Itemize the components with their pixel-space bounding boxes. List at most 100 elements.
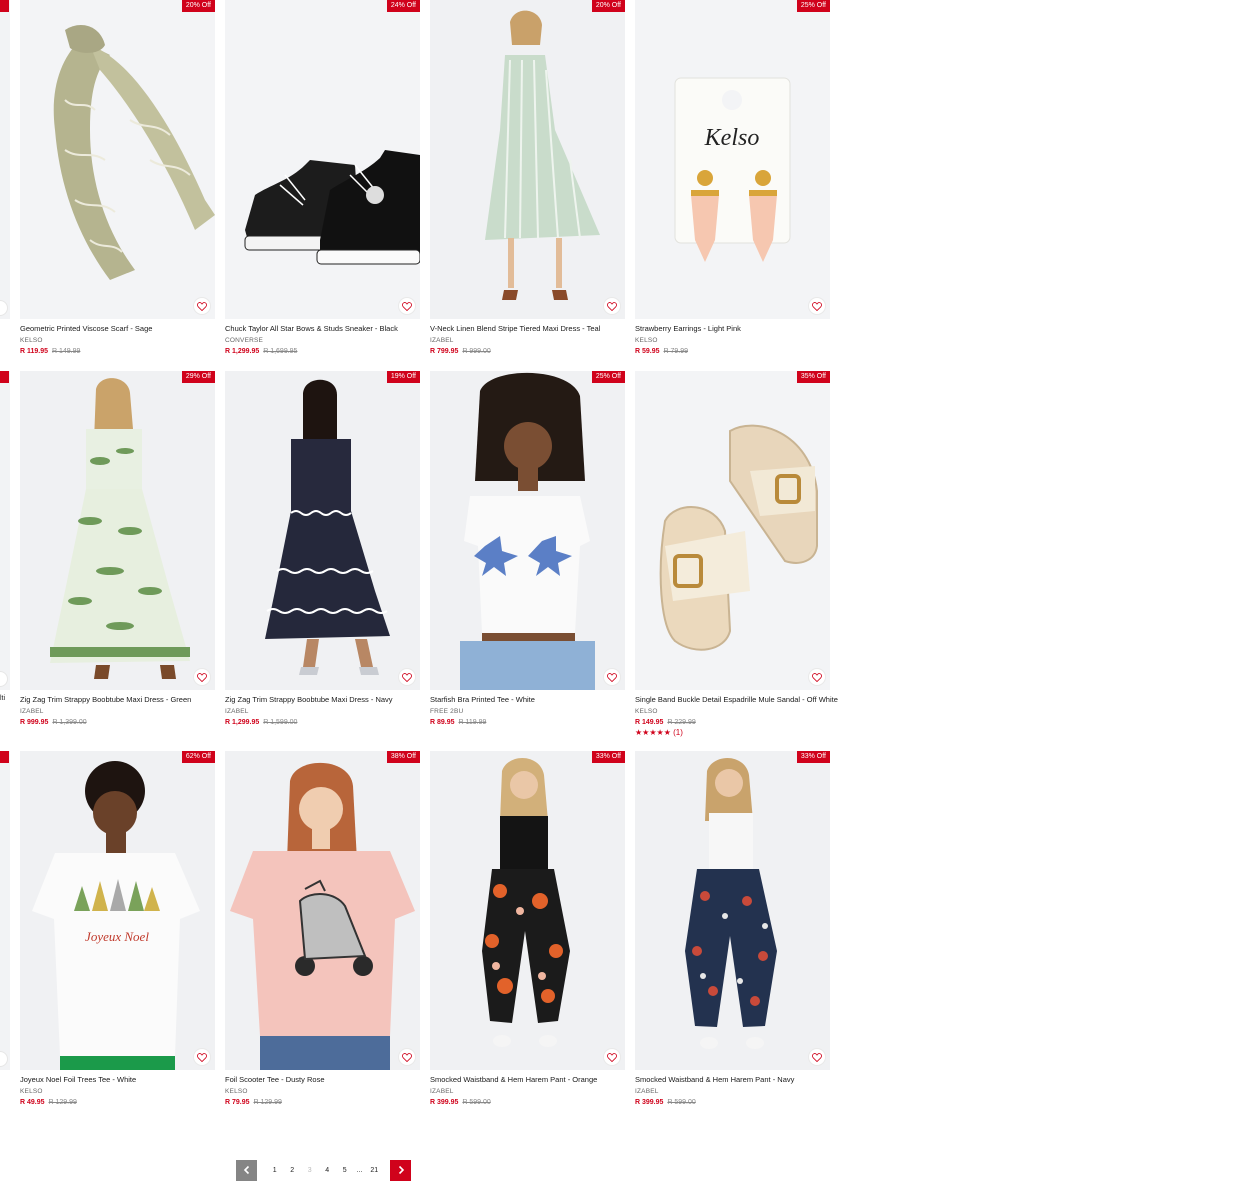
- product-card[interactable]: 20% Off V-Neck Linen Blend Stripe Tiered…: [430, 0, 625, 355]
- wishlist-heart-icon[interactable]: [808, 297, 826, 315]
- product-title[interactable]: Geometric Printed Viscose Scarf - Sage: [20, 324, 215, 333]
- product-title[interactable]: Foil Scooter Tee - Dusty Rose: [225, 1075, 420, 1084]
- product-prices: R 399.95 R 599.00: [430, 1099, 625, 1106]
- sandal-image: [635, 371, 830, 690]
- product-title[interactable]: Smocked Waistband & Hem Harem Pant - Nav…: [635, 1075, 830, 1084]
- product-brand: FREE 2BU: [430, 708, 464, 715]
- discount-badge: 35% Off: [796, 371, 830, 383]
- product-title[interactable]: Joyeux Noel Foil Trees Tee - White: [20, 1075, 215, 1084]
- product-image[interactable]: 33% Off: [635, 751, 830, 1070]
- sale-price: R 119.95: [20, 348, 49, 355]
- sneaker-image: [225, 0, 420, 319]
- page-link-5[interactable]: 5: [336, 1167, 354, 1174]
- wishlist-heart-icon[interactable]: [808, 668, 826, 686]
- starfish-tee-image: [430, 371, 625, 690]
- product-card[interactable]: 33% Off Smocked Waistband & Hem Harem Pa…: [635, 751, 830, 1106]
- wishlist-heart-icon[interactable]: [603, 1048, 621, 1066]
- product-card[interactable]: 25% Off Starfish Bra Printed Tee - White…: [430, 371, 625, 726]
- product-image[interactable]: 35% Off: [635, 371, 830, 690]
- wishlist-heart-icon[interactable]: [603, 297, 621, 315]
- wishlist-heart-icon[interactable]: [193, 668, 211, 686]
- product-prices: R 79.95 R 129.99: [225, 1099, 420, 1106]
- product-title[interactable]: Zig Zag Trim Strappy Boobtube Maxi Dress…: [20, 695, 215, 704]
- product-title[interactable]: Smocked Waistband & Hem Harem Pant - Ora…: [430, 1075, 625, 1084]
- page-link-2[interactable]: 2: [284, 1167, 302, 1174]
- discount-badge: 38% Off: [386, 751, 420, 763]
- partial-product-image[interactable]: [0, 371, 10, 690]
- product-brand: CONVERSE: [225, 337, 264, 344]
- discount-badge: 20% Off: [591, 0, 625, 12]
- original-price: R 599.00: [462, 1099, 491, 1106]
- previous-page-button[interactable]: [236, 1159, 257, 1181]
- partial-product-image[interactable]: [0, 751, 10, 1070]
- discount-badge: 33% Off: [591, 751, 625, 763]
- wishlist-heart-icon[interactable]: [398, 1048, 416, 1066]
- product-image[interactable]: 19% Off: [225, 371, 420, 690]
- product-image[interactable]: 33% Off: [430, 751, 625, 1070]
- product-title[interactable]: Chuck Taylor All Star Bows & Studs Sneak…: [225, 324, 420, 333]
- next-page-button[interactable]: [390, 1159, 411, 1181]
- page-link-4[interactable]: 4: [319, 1167, 337, 1174]
- product-card[interactable]: 24% Off Chuck Taylor All Star Bows & Stu…: [225, 0, 420, 355]
- page-link-last[interactable]: 21: [366, 1167, 384, 1174]
- partial-discount-badge: [0, 0, 9, 12]
- noel-tee-image: Joyeux Noel: [20, 751, 215, 1070]
- review-count: (1): [673, 728, 683, 737]
- product-title[interactable]: Zig Zag Trim Strappy Boobtube Maxi Dress…: [225, 695, 420, 704]
- product-title[interactable]: Single Band Buckle Detail Espadrille Mul…: [635, 695, 838, 704]
- sale-price: R 399.95: [635, 1099, 664, 1106]
- product-image[interactable]: 38% Off: [225, 751, 420, 1070]
- wishlist-heart-icon[interactable]: [193, 1048, 211, 1066]
- chevron-left-icon: [243, 1165, 249, 1175]
- navy-dress-image: [225, 371, 420, 690]
- original-price: R 119.99: [458, 719, 487, 726]
- wishlist-heart-icon[interactable]: [193, 297, 211, 315]
- original-price: R 229.99: [667, 719, 696, 726]
- discount-badge: 25% Off: [796, 0, 830, 12]
- sale-price: R 59.95: [635, 348, 660, 355]
- discount-badge: 29% Off: [181, 371, 215, 383]
- wishlist-heart-icon[interactable]: [398, 297, 416, 315]
- product-card[interactable]: 33% Off Smocked Waistband & Hem Harem Pa…: [430, 751, 625, 1106]
- product-title[interactable]: Starfish Bra Printed Tee - White: [430, 695, 625, 704]
- product-prices: R 149.95 R 229.99: [635, 719, 830, 726]
- scooter-tee-image: [225, 751, 420, 1070]
- product-brand: KELSO: [20, 337, 43, 344]
- product-prices: R 119.95 R 149.99: [20, 348, 215, 355]
- pagination: 1 2 3 4 5 ... 21: [236, 1159, 411, 1181]
- discount-badge: 62% Off: [181, 751, 215, 763]
- earring-card-brand: Kelso: [704, 125, 760, 151]
- product-image[interactable]: 29% Off: [20, 371, 215, 690]
- product-card[interactable]: Joyeux Noel 62% Off Joyeux Noel Foil Tre…: [20, 751, 215, 1106]
- page-link-current: 3: [307, 1166, 312, 1174]
- product-image[interactable]: 20% Off: [20, 0, 215, 319]
- product-image[interactable]: 20% Off: [430, 0, 625, 319]
- product-image[interactable]: 25% Off: [430, 371, 625, 690]
- product-card[interactable]: 29% Off Zig Zag Trim Strappy Boobtube Ma…: [20, 371, 215, 726]
- product-image[interactable]: Kelso 25% Off: [635, 0, 830, 319]
- sale-price: R 89.95: [430, 719, 455, 726]
- product-card[interactable]: 19% Off Zig Zag Trim Strappy Boobtube Ma…: [225, 371, 420, 726]
- product-prices: R 399.95 R 599.00: [635, 1099, 830, 1106]
- product-prices: R 49.95 R 129.99: [20, 1099, 215, 1106]
- wishlist-heart-icon[interactable]: [603, 668, 621, 686]
- product-title[interactable]: Strawberry Earrings - Light Pink: [635, 324, 830, 333]
- star-rating[interactable]: ★★★★★ (1): [635, 728, 830, 737]
- pagination-ellipsis: ...: [356, 1166, 363, 1174]
- scarf-image: [20, 0, 215, 319]
- sale-price: R 399.95: [430, 1099, 459, 1106]
- wishlist-heart-icon[interactable]: [808, 1048, 826, 1066]
- product-card[interactable]: 20% Off Geometric Printed Viscose Scarf …: [20, 0, 215, 355]
- page-link-1[interactable]: 1: [266, 1167, 284, 1174]
- partial-product-title[interactable]: lti: [0, 695, 5, 702]
- product-image[interactable]: 24% Off: [225, 0, 420, 319]
- product-image[interactable]: Joyeux Noel 62% Off: [20, 751, 215, 1070]
- product-title[interactable]: V-Neck Linen Blend Stripe Tiered Maxi Dr…: [430, 324, 625, 333]
- product-card[interactable]: 35% Off Single Band Buckle Detail Espadr…: [635, 371, 838, 737]
- product-card[interactable]: 38% Off Foil Scooter Tee - Dusty Rose KE…: [225, 751, 420, 1106]
- product-card[interactable]: Kelso 25% Off Strawberry Earrings - Ligh…: [635, 0, 830, 355]
- product-prices: R 59.95 R 79.99: [635, 348, 830, 355]
- partial-product-image[interactable]: [0, 0, 10, 319]
- original-price: R 129.99: [253, 1099, 282, 1106]
- wishlist-heart-icon[interactable]: [398, 668, 416, 686]
